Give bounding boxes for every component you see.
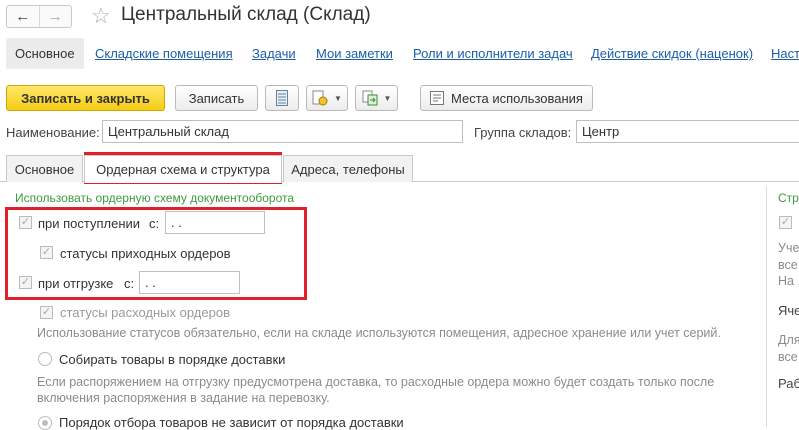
shipment-label: при отгрузке [38,276,114,291]
save-button[interactable]: Записать [175,85,258,111]
right-text-5: Для [778,333,799,347]
collect-by-delivery-label: Собирать товары в порядке доставки [59,352,286,367]
usage-places-label: Места использования [451,90,583,106]
right-text-1: Уче [778,241,799,255]
delivery-note-line1: Если распоряжением на отгрузку предусмот… [37,375,715,389]
statuses-note: Использование статусов обязательно, если… [37,326,721,340]
right-text-7: Раб [778,376,799,391]
tab-main[interactable]: Основное [6,155,83,182]
create-based-on-button[interactable]: ▼ [355,85,398,111]
create-document-icon [362,90,378,106]
document-clock-icon [312,90,328,106]
shipment-date-field[interactable]: . . [139,271,240,294]
collect-by-delivery-radio[interactable] [38,352,52,366]
report-list-button[interactable] [265,85,299,111]
right-text-2: все [778,258,798,272]
usage-places-icon [430,91,444,105]
usage-places-button[interactable]: Места использования [420,85,593,111]
receipt-statuses-checkbox[interactable]: ✓ [40,246,53,259]
order-scheme-heading: Использовать ордерную схему документообо… [15,191,295,205]
delivery-note-line2: включения распоряжения в задание на пере… [37,391,330,405]
receipt-checkbox[interactable]: ✓ [19,216,32,229]
right-text-6: все [778,350,798,364]
name-label: Наименование: [6,125,100,140]
window-title: Центральный склад (Склад) [121,4,371,25]
section-main[interactable]: Основное [6,38,84,69]
chevron-down-icon: ▼ [334,93,342,103]
structure-heading: Стр [778,191,799,205]
arrow-right-icon[interactable]: → [38,6,72,27]
shipment-from-label: с: [124,276,135,291]
column-separator [766,186,767,427]
shipment-statuses-label: статусы расходных ордеров [60,305,230,320]
structure-checkbox: ✓ [779,216,792,229]
receipt-statuses-label: статусы приходных ордеров [60,246,231,261]
print-menu-button[interactable]: ▼ [306,85,348,111]
star-icon[interactable]: ☆ [91,3,111,29]
tab-addresses[interactable]: Адреса, телефоны [283,155,413,182]
link-roles[interactable]: Роли и исполнители задач [413,46,573,61]
tab-order-scheme[interactable]: Ордерная схема и структура [84,155,282,183]
pick-independent-label: Порядок отбора товаров не зависит от пор… [59,415,404,430]
link-settings[interactable]: Наст [771,46,799,61]
link-storage-rooms[interactable]: Складские помещения [95,46,233,61]
link-tasks[interactable]: Задачи [252,46,296,61]
shipment-statuses-checkbox: ✓ [40,306,53,319]
group-label: Группа складов: [474,125,572,140]
arrow-left-icon[interactable]: ← [7,6,39,27]
shipment-checkbox[interactable]: ✓ [19,276,32,289]
navigation-buttons: ← → [6,5,72,28]
list-icon [276,90,288,106]
right-text-4: Яче [778,303,799,318]
save-and-close-button[interactable]: Записать и закрыть [6,85,165,111]
right-text-3: На , [778,274,799,288]
pick-independent-radio[interactable] [38,416,52,430]
receipt-date-field[interactable]: . . [165,211,265,234]
name-field[interactable]: Центральный склад [102,120,463,143]
group-field[interactable]: Центр [576,120,799,143]
receipt-from-label: с: [149,216,160,231]
receipt-label: при поступлении [38,216,141,231]
link-discounts[interactable]: Действие скидок (наценок) [591,46,753,61]
link-my-notes[interactable]: Мои заметки [316,46,393,61]
chevron-down-icon: ▼ [383,93,392,103]
